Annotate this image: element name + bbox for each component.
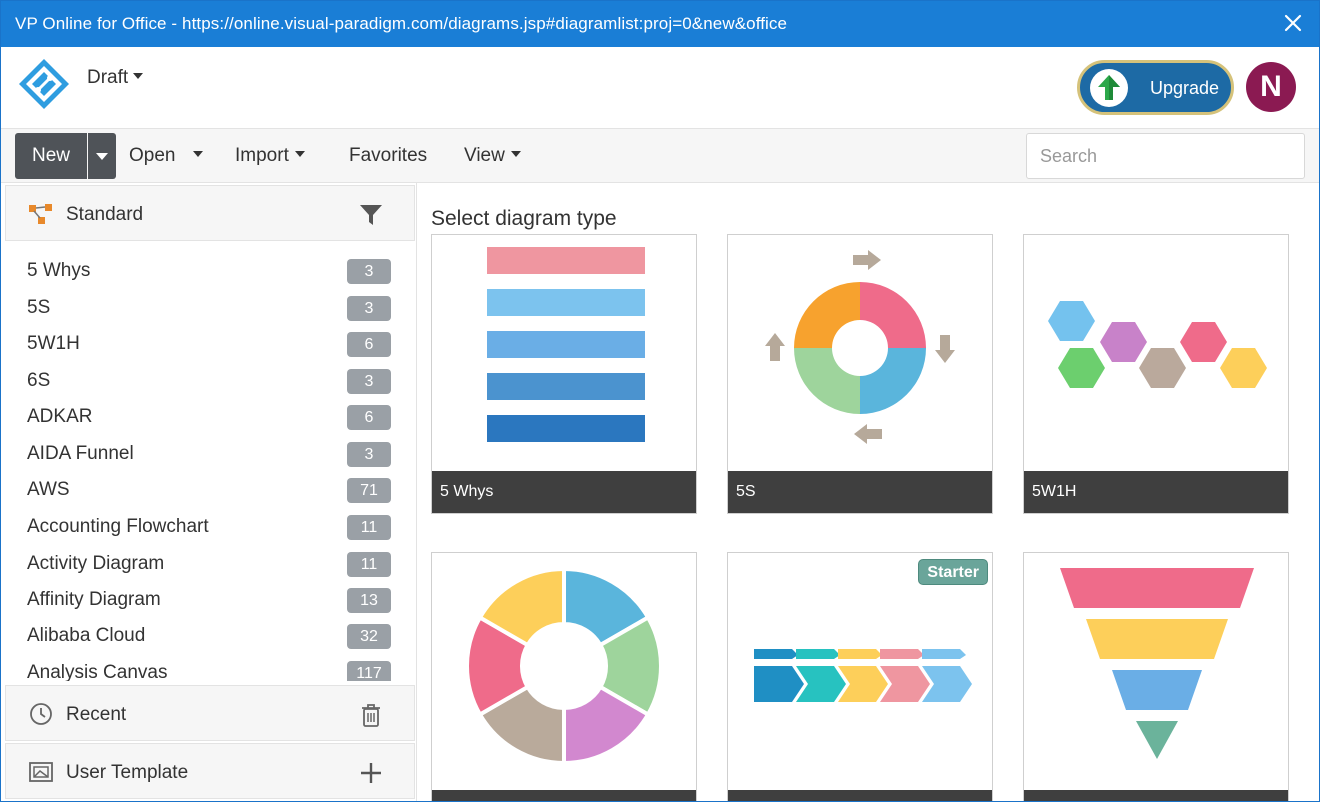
chevron-down-icon bbox=[294, 150, 305, 157]
list-item[interactable]: 5S 3 bbox=[5, 291, 415, 327]
open-menu[interactable]: Open bbox=[129, 145, 204, 167]
category-list: 5 Whys 3 5S 3 5W1H 6 6S 3 ADKAR 6 AIDA Funnel… bbox=[5, 241, 415, 681]
view-menu-label: View bbox=[464, 145, 505, 166]
count-badge: 11 bbox=[347, 515, 391, 540]
list-item[interactable]: Alibaba Cloud 32 bbox=[5, 619, 415, 655]
open-menu-label: Open bbox=[129, 145, 176, 166]
close-icon[interactable] bbox=[1279, 9, 1307, 37]
upgrade-label: Upgrade bbox=[1150, 78, 1220, 98]
recent-label: Recent bbox=[66, 704, 127, 725]
standard-panel-header[interactable]: Standard bbox=[5, 185, 415, 241]
process-chevron-thumbnail bbox=[754, 649, 972, 702]
card-caption: 5W1H bbox=[1024, 471, 1288, 513]
window-title: VP Online for Office - https://online.vi… bbox=[15, 14, 788, 33]
list-item[interactable]: Activity Diagram 11 bbox=[5, 547, 415, 583]
diagram-structure-icon bbox=[29, 204, 52, 224]
upgrade-arrow-icon bbox=[1090, 69, 1128, 107]
five-w-one-h-thumbnail bbox=[1048, 301, 1267, 388]
title-bar: VP Online for Office - https://online.vi… bbox=[1, 1, 1319, 47]
import-menu[interactable]: Import bbox=[235, 145, 305, 167]
diagram-card-cycle[interactable] bbox=[431, 552, 697, 801]
count-badge: 3 bbox=[347, 369, 391, 394]
card-caption: 5S bbox=[728, 471, 992, 513]
avatar[interactable]: N bbox=[1246, 62, 1296, 112]
starter-badge: Starter bbox=[918, 559, 988, 585]
list-item[interactable]: ADKAR 6 bbox=[5, 400, 415, 436]
standard-label: Standard bbox=[66, 204, 144, 225]
toolbar: New Open Import Favorites View bbox=[1, 129, 1319, 183]
count-badge: 117 bbox=[347, 661, 391, 681]
app-header: Draft Upgrade N bbox=[1, 47, 1319, 129]
diagram-card-5-whys[interactable]: 5 Whys bbox=[431, 234, 697, 514]
chevron-down-icon bbox=[510, 150, 521, 157]
cycle-diagram-thumbnail bbox=[465, 566, 663, 766]
count-badge: 13 bbox=[347, 588, 391, 613]
search-input[interactable] bbox=[1026, 133, 1305, 179]
user-template-label: User Template bbox=[66, 762, 189, 783]
project-name: Draft bbox=[87, 67, 129, 88]
count-badge: 3 bbox=[347, 296, 391, 321]
filter-icon[interactable] bbox=[358, 202, 384, 228]
user-template-panel-header[interactable]: User Template bbox=[5, 743, 415, 799]
diagram-type-gallery: Select diagram type 5 Whys 5S 5W1H Start… bbox=[417, 183, 1319, 801]
funnel-thumbnail bbox=[1060, 568, 1254, 759]
favorites-menu-label: Favorites bbox=[349, 145, 428, 166]
project-dropdown[interactable]: Draft bbox=[87, 67, 144, 89]
list-item[interactable]: 5W1H 6 bbox=[5, 327, 415, 363]
plus-icon[interactable] bbox=[358, 760, 384, 786]
recent-panel-header[interactable]: Recent bbox=[5, 685, 415, 741]
count-badge: 3 bbox=[347, 259, 391, 284]
list-item[interactable]: AIDA Funnel 3 bbox=[5, 437, 415, 473]
count-badge: 6 bbox=[347, 405, 391, 430]
trash-icon[interactable] bbox=[358, 702, 384, 728]
list-item[interactable]: Accounting Flowchart 11 bbox=[5, 510, 415, 546]
diagram-card-5w1h[interactable]: 5W1H bbox=[1023, 234, 1289, 514]
page-title: Select diagram type bbox=[431, 207, 617, 230]
list-item[interactable]: AWS 71 bbox=[5, 473, 415, 509]
count-badge: 6 bbox=[347, 332, 391, 357]
count-badge: 71 bbox=[347, 478, 391, 503]
list-item[interactable]: 6S 3 bbox=[5, 364, 415, 400]
card-caption-strip bbox=[728, 790, 992, 801]
five-whys-thumbnail bbox=[487, 247, 645, 442]
diagram-card-funnel[interactable] bbox=[1023, 552, 1289, 801]
chevron-down-icon bbox=[193, 150, 204, 157]
count-badge: 11 bbox=[347, 552, 391, 577]
app-window: VP Online for Office - https://online.vi… bbox=[0, 0, 1320, 802]
card-caption-strip bbox=[432, 790, 696, 801]
favorites-menu[interactable]: Favorites bbox=[349, 145, 427, 167]
view-menu[interactable]: View bbox=[464, 145, 521, 167]
import-menu-label: Import bbox=[235, 145, 289, 166]
chevron-down-icon bbox=[133, 72, 144, 79]
new-button[interactable]: New bbox=[15, 133, 87, 179]
five-s-thumbnail bbox=[765, 250, 955, 444]
category-sidebar: Standard 5 Whys 3 5S 3 5W1H 6 6S 3 ADKAR 6 AI… bbox=[1, 183, 417, 801]
clock-icon bbox=[30, 703, 52, 725]
template-icon bbox=[29, 762, 53, 782]
count-badge: 3 bbox=[347, 442, 391, 467]
upgrade-button[interactable]: Upgrade bbox=[1077, 60, 1234, 115]
list-item[interactable]: Affinity Diagram 13 bbox=[5, 583, 415, 619]
card-caption-strip bbox=[1024, 790, 1288, 801]
card-caption: 5 Whys bbox=[432, 471, 696, 513]
diagram-card-5s[interactable]: 5S bbox=[727, 234, 993, 514]
visual-paradigm-logo-icon[interactable] bbox=[17, 57, 71, 111]
list-item[interactable]: Analysis Canvas 117 bbox=[5, 656, 415, 681]
list-item[interactable]: 5 Whys 3 bbox=[5, 254, 415, 290]
count-badge: 32 bbox=[347, 624, 391, 649]
new-dropdown-toggle[interactable] bbox=[88, 133, 116, 179]
diagram-card-process[interactable]: Starter bbox=[727, 552, 993, 801]
